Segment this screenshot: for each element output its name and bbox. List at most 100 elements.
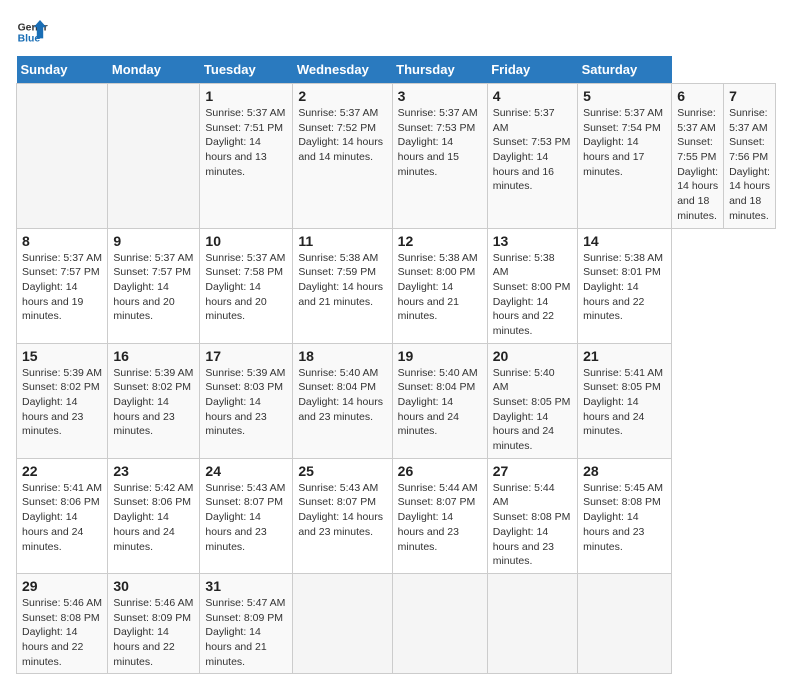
day-number: 15 <box>22 348 102 364</box>
calendar-cell: 9 Sunrise: 5:37 AMSunset: 7:57 PMDaylight… <box>108 228 200 343</box>
day-info: Sunrise: 5:38 AMSunset: 8:00 PMDaylight:… <box>493 252 571 337</box>
calendar-cell: 30 Sunrise: 5:46 AMSunset: 8:09 PMDayligh… <box>108 573 200 673</box>
day-number: 12 <box>398 233 482 249</box>
day-number: 5 <box>583 88 666 104</box>
calendar-cell <box>578 573 672 673</box>
day-info: Sunrise: 5:44 AMSunset: 8:07 PMDaylight:… <box>398 482 478 553</box>
calendar-cell: 13 Sunrise: 5:38 AMSunset: 8:00 PMDayligh… <box>487 228 577 343</box>
day-number: 16 <box>113 348 194 364</box>
calendar-body: 1Sunrise: 5:37 AMSunset: 7:51 PMDaylight… <box>17 84 776 674</box>
calendar-week-row: 8 Sunrise: 5:37 AMSunset: 7:57 PMDaylight… <box>17 228 776 343</box>
day-info: Sunrise: 5:37 AMSunset: 7:53 PMDaylight:… <box>398 107 478 178</box>
day-number: 30 <box>113 578 194 594</box>
day-info: Sunrise: 5:47 AMSunset: 8:09 PMDaylight:… <box>205 597 285 668</box>
day-number: 2 <box>298 88 386 104</box>
calendar-cell: 17 Sunrise: 5:39 AMSunset: 8:03 PMDayligh… <box>200 343 293 458</box>
day-header-sunday: Sunday <box>17 56 108 84</box>
day-number: 22 <box>22 463 102 479</box>
day-info: Sunrise: 5:39 AMSunset: 8:03 PMDaylight:… <box>205 367 285 438</box>
calendar-cell: 12 Sunrise: 5:38 AMSunset: 8:00 PMDayligh… <box>392 228 487 343</box>
calendar-cell <box>487 573 577 673</box>
day-number: 19 <box>398 348 482 364</box>
calendar-cell: 22 Sunrise: 5:41 AMSunset: 8:06 PMDayligh… <box>17 458 108 573</box>
day-info: Sunrise: 5:43 AMSunset: 8:07 PMDaylight:… <box>298 482 383 538</box>
day-number: 21 <box>583 348 666 364</box>
logo-icon: General Blue <box>16 16 48 48</box>
calendar-cell: 5 Sunrise: 5:37 AMSunset: 7:54 PMDaylight… <box>578 84 672 229</box>
day-number: 3 <box>398 88 482 104</box>
calendar-week-row: 1Sunrise: 5:37 AMSunset: 7:51 PMDaylight… <box>17 84 776 229</box>
day-info: Sunrise: 5:37 AMSunset: 7:55 PMDaylight:… <box>677 107 718 222</box>
day-info: Sunrise: 5:40 AMSunset: 8:04 PMDaylight:… <box>298 367 383 423</box>
calendar-cell: 28Sunrise: 5:45 AMSunset: 8:08 PMDayligh… <box>578 458 672 573</box>
day-info: Sunrise: 5:39 AMSunset: 8:02 PMDaylight:… <box>22 367 102 438</box>
day-number: 4 <box>493 88 572 104</box>
day-header-saturday: Saturday <box>578 56 672 84</box>
day-info: Sunrise: 5:40 AMSunset: 8:04 PMDaylight:… <box>398 367 478 438</box>
day-number: 7 <box>729 88 770 104</box>
day-info: Sunrise: 5:37 AMSunset: 7:52 PMDaylight:… <box>298 107 383 163</box>
calendar-week-row: 22 Sunrise: 5:41 AMSunset: 8:06 PMDayligh… <box>17 458 776 573</box>
day-info: Sunrise: 5:44 AMSunset: 8:08 PMDaylight:… <box>493 482 571 567</box>
calendar-cell: 24 Sunrise: 5:43 AMSunset: 8:07 PMDayligh… <box>200 458 293 573</box>
calendar-cell <box>293 573 392 673</box>
day-number: 13 <box>493 233 572 249</box>
day-info: Sunrise: 5:42 AMSunset: 8:06 PMDaylight:… <box>113 482 193 553</box>
calendar-cell <box>17 84 108 229</box>
day-info: Sunrise: 5:41 AMSunset: 8:06 PMDaylight:… <box>22 482 102 553</box>
calendar-cell <box>392 573 487 673</box>
day-number: 17 <box>205 348 287 364</box>
calendar-cell: 2 Sunrise: 5:37 AMSunset: 7:52 PMDaylight… <box>293 84 392 229</box>
calendar-week-row: 29 Sunrise: 5:46 AMSunset: 8:08 PMDayligh… <box>17 573 776 673</box>
calendar-cell: 21 Sunrise: 5:41 AMSunset: 8:05 PMDayligh… <box>578 343 672 458</box>
day-number: 26 <box>398 463 482 479</box>
day-number: 9 <box>113 233 194 249</box>
day-info: Sunrise: 5:46 AMSunset: 8:08 PMDaylight:… <box>22 597 102 668</box>
day-number: 27 <box>493 463 572 479</box>
calendar-cell: 26 Sunrise: 5:44 AMSunset: 8:07 PMDayligh… <box>392 458 487 573</box>
calendar-cell: 11 Sunrise: 5:38 AMSunset: 7:59 PMDayligh… <box>293 228 392 343</box>
day-info: Sunrise: 5:43 AMSunset: 8:07 PMDaylight:… <box>205 482 285 553</box>
day-info: Sunrise: 5:37 AMSunset: 7:54 PMDaylight:… <box>583 107 663 178</box>
day-number: 6 <box>677 88 718 104</box>
day-number: 28 <box>583 463 666 479</box>
day-info: Sunrise: 5:37 AMSunset: 7:56 PMDaylight:… <box>729 107 770 222</box>
header: General Blue <box>16 16 776 48</box>
day-info: Sunrise: 5:37 AMSunset: 7:51 PMDaylight:… <box>205 107 285 178</box>
calendar-cell: 18 Sunrise: 5:40 AMSunset: 8:04 PMDayligh… <box>293 343 392 458</box>
day-info: Sunrise: 5:38 AMSunset: 8:00 PMDaylight:… <box>398 252 478 323</box>
day-number: 14 <box>583 233 666 249</box>
day-header-friday: Friday <box>487 56 577 84</box>
day-header-tuesday: Tuesday <box>200 56 293 84</box>
day-info: Sunrise: 5:39 AMSunset: 8:02 PMDaylight:… <box>113 367 193 438</box>
day-info: Sunrise: 5:46 AMSunset: 8:09 PMDaylight:… <box>113 597 193 668</box>
calendar-cell: 3 Sunrise: 5:37 AMSunset: 7:53 PMDaylight… <box>392 84 487 229</box>
day-number: 8 <box>22 233 102 249</box>
day-info: Sunrise: 5:37 AMSunset: 7:57 PMDaylight:… <box>22 252 102 323</box>
calendar-cell: 29 Sunrise: 5:46 AMSunset: 8:08 PMDayligh… <box>17 573 108 673</box>
calendar-cell: 25 Sunrise: 5:43 AMSunset: 8:07 PMDayligh… <box>293 458 392 573</box>
day-number: 24 <box>205 463 287 479</box>
logo: General Blue <box>16 16 48 48</box>
day-info: Sunrise: 5:40 AMSunset: 8:05 PMDaylight:… <box>493 367 571 452</box>
day-info: Sunrise: 5:38 AMSunset: 7:59 PMDaylight:… <box>298 252 383 308</box>
calendar-cell: 10Sunrise: 5:37 AMSunset: 7:58 PMDayligh… <box>200 228 293 343</box>
day-number: 11 <box>298 233 386 249</box>
calendar-cell: 27 Sunrise: 5:44 AMSunset: 8:08 PMDayligh… <box>487 458 577 573</box>
calendar-cell <box>108 84 200 229</box>
day-number: 29 <box>22 578 102 594</box>
calendar-cell: 16 Sunrise: 5:39 AMSunset: 8:02 PMDayligh… <box>108 343 200 458</box>
calendar-header-row: SundayMondayTuesdayWednesdayThursdayFrid… <box>17 56 776 84</box>
calendar-cell: 15 Sunrise: 5:39 AMSunset: 8:02 PMDayligh… <box>17 343 108 458</box>
calendar-cell: 8 Sunrise: 5:37 AMSunset: 7:57 PMDaylight… <box>17 228 108 343</box>
calendar-cell: 20Sunrise: 5:40 AMSunset: 8:05 PMDayligh… <box>487 343 577 458</box>
day-info: Sunrise: 5:37 AMSunset: 7:57 PMDaylight:… <box>113 252 193 323</box>
day-info: Sunrise: 5:41 AMSunset: 8:05 PMDaylight:… <box>583 367 663 438</box>
day-header-wednesday: Wednesday <box>293 56 392 84</box>
day-info: Sunrise: 5:38 AMSunset: 8:01 PMDaylight:… <box>583 252 663 323</box>
day-number: 25 <box>298 463 386 479</box>
day-info: Sunrise: 5:37 AMSunset: 7:58 PMDaylight:… <box>205 252 285 323</box>
calendar-cell: 6 Sunrise: 5:37 AMSunset: 7:55 PMDaylight… <box>672 84 724 229</box>
day-number: 18 <box>298 348 386 364</box>
day-info: Sunrise: 5:37 AMSunset: 7:53 PMDaylight:… <box>493 107 571 192</box>
